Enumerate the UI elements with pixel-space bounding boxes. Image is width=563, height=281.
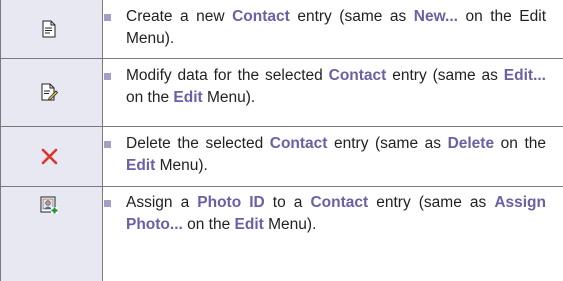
description-text: Menu). — [202, 89, 256, 106]
toolbar-button-reference-table: Create a new Contact entry (same as New.… — [0, 0, 563, 281]
edit-document-icon — [40, 83, 59, 101]
row-description: Assign a Photo ID to a Contact entry (sa… — [126, 192, 546, 236]
bullet-marker — [104, 200, 111, 207]
keyword-text: Contact — [269, 135, 328, 152]
row-divider — [0, 186, 563, 187]
description-text: Menu). — [155, 157, 208, 174]
row-description: Create a new Contact entry (same as New.… — [126, 6, 546, 50]
new-document-icon — [40, 20, 58, 38]
assign-photo-icon — [40, 196, 58, 214]
keyword-text: Photo ID — [197, 194, 265, 211]
bullet-marker — [104, 141, 111, 148]
keyword-text: Contact — [328, 67, 387, 84]
bullet-marker — [104, 14, 111, 21]
description-text: entry (same as — [368, 194, 495, 211]
description-text: on the — [494, 135, 546, 152]
keyword-text: Edit — [173, 89, 203, 106]
description-text: entry (same as — [327, 135, 448, 152]
row-divider — [0, 126, 563, 127]
column-divider — [102, 0, 103, 281]
keyword-text: Contact — [310, 194, 369, 211]
keyword-text: Edit... — [503, 67, 546, 84]
keyword-text: New... — [413, 8, 458, 25]
description-text: to a — [264, 194, 311, 211]
keyword-text: Edit — [234, 216, 264, 233]
delete-x-icon — [41, 147, 59, 165]
row-description: Modify data for the selected Contact ent… — [126, 65, 546, 109]
keyword-text: Delete — [447, 135, 495, 152]
description-text: on the — [126, 89, 174, 106]
row-divider — [0, 58, 563, 59]
description-text: entry (same as — [386, 67, 504, 84]
table-left-border — [0, 0, 1, 281]
row-description: Delete the selected Contact entry (same … — [126, 133, 546, 177]
description-text: entry (same as — [289, 8, 414, 25]
keyword-text: Contact — [232, 8, 290, 25]
description-text: Assign a — [126, 194, 198, 211]
description-text: Delete the selected — [126, 135, 270, 152]
description-text: Modify data for the selected — [126, 67, 329, 84]
description-text: Menu). — [263, 216, 317, 233]
description-text: on the — [182, 216, 235, 233]
bullet-marker — [104, 73, 111, 80]
keyword-text: Edit — [126, 157, 156, 174]
description-text: Create a new — [126, 8, 233, 25]
